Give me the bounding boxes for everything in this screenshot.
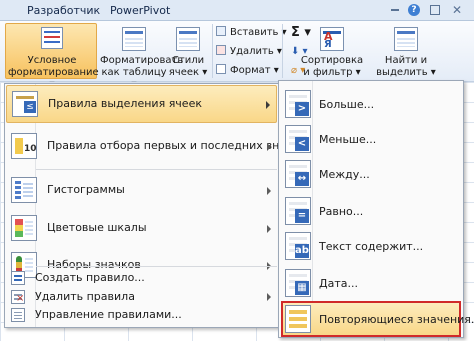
restore-window-icon[interactable] xyxy=(430,5,440,15)
manage-rules-icon xyxy=(11,308,25,322)
ribbon-separator xyxy=(212,24,213,78)
cell-styles-line2: ячеек ▾ xyxy=(168,67,208,78)
find-select-button[interactable]: Найти и выделить ▾ xyxy=(376,23,436,79)
menu-separator xyxy=(36,266,277,267)
submenu-arrow-icon xyxy=(267,187,271,195)
menu-item-label: Управление правилами... xyxy=(35,308,182,321)
sort-filter-line1: Сортировка xyxy=(300,55,364,66)
submenu-item-label: Повторяющиеся значения... xyxy=(319,313,474,326)
equal-to-icon xyxy=(285,197,311,225)
sort-filter-label: Сортировка и фильтр ▾ xyxy=(286,55,378,79)
menu-item-label: Удалить правила xyxy=(35,290,135,303)
binoculars-icon xyxy=(394,27,418,51)
submenu-item-label: Больше... xyxy=(319,98,375,111)
cell-styles-line1: Стили xyxy=(171,55,205,66)
submenu-arrow-icon xyxy=(266,101,270,109)
format-cells-button[interactable]: Формат ▾ xyxy=(216,63,279,78)
submenu-item-greater-than[interactable]: Больше... xyxy=(281,86,461,122)
top-bottom-rules-icon xyxy=(11,133,37,159)
highlight-cells-rules-submenu: Больше... Меньше... Между... Равно... Те… xyxy=(278,80,474,338)
find-select-line2: выделить ▾ xyxy=(376,67,436,78)
menu-item-top-bottom-rules[interactable]: Правила отбора первых и последних значен… xyxy=(6,128,321,166)
conditional-formatting-button[interactable]: Условное форматирование ▾ xyxy=(5,23,99,90)
submenu-item-duplicate-values[interactable]: Повторяющиеся значения... xyxy=(281,301,474,337)
duplicate-values-icon xyxy=(285,305,311,333)
menu-item-data-bars[interactable]: Гистограммы xyxy=(6,172,277,210)
submenu-item-date-occurring[interactable]: Дата... xyxy=(281,265,461,301)
less-than-icon xyxy=(285,125,311,153)
cell-styles-label: Стили ячеек ▾ xyxy=(168,55,208,79)
cell-styles-icon xyxy=(176,27,200,51)
format-cells-label: Формат ▾ xyxy=(230,65,279,76)
sort-filter-line2: и фильтр ▾ xyxy=(303,67,361,78)
format-as-table-line1: Форматировать xyxy=(100,55,184,66)
find-select-label: Найти и выделить ▾ xyxy=(376,55,436,79)
ribbon-separator xyxy=(282,24,283,78)
greater-than-icon xyxy=(285,90,311,118)
submenu-arrow-icon xyxy=(267,293,271,301)
find-select-line1: Найти и xyxy=(384,55,428,66)
menu-item-color-scales[interactable]: Цветовые шкалы xyxy=(6,210,277,248)
format-as-table-icon xyxy=(122,27,146,51)
cell-styles-button[interactable]: Стили ячеек ▾ xyxy=(168,23,208,79)
conditional-formatting-icon xyxy=(41,27,63,49)
close-icon[interactable]: ✕ xyxy=(452,4,462,16)
sort-filter-button[interactable]: АЯ Сортировка и фильтр ▾ xyxy=(286,23,378,79)
text-contains-icon xyxy=(285,232,311,260)
menu-item-clear-rules[interactable]: Удалить правила xyxy=(6,287,277,307)
submenu-item-label: Равно... xyxy=(319,205,364,218)
insert-cells-icon xyxy=(216,26,226,36)
tab-powerpivot[interactable]: PowerPivot xyxy=(110,4,170,17)
help-icon[interactable]: ? xyxy=(408,4,420,16)
delete-cells-icon xyxy=(216,45,226,55)
new-rule-icon xyxy=(11,271,25,285)
submenu-item-equal-to[interactable]: Равно... xyxy=(281,193,461,229)
submenu-item-less-than[interactable]: Меньше... xyxy=(281,121,461,157)
highlight-rules-icon xyxy=(12,91,38,117)
submenu-item-label: Между... xyxy=(319,168,370,181)
submenu-arrow-icon xyxy=(267,225,271,233)
date-occurring-icon xyxy=(285,269,311,297)
delete-cells-button[interactable]: Удалить ▾ xyxy=(216,44,282,59)
submenu-item-text-contains[interactable]: Текст содержит... xyxy=(281,228,461,264)
menu-item-new-rule[interactable]: Создать правило... xyxy=(6,268,277,288)
insert-cells-label: Вставить ▾ xyxy=(230,27,287,38)
format-as-table-button[interactable]: Форматировать как таблицу ▾ xyxy=(100,23,184,90)
menu-item-label: Гистограммы xyxy=(47,183,125,196)
menu-item-label: Создать правило... xyxy=(35,271,145,284)
between-icon xyxy=(285,160,311,188)
menu-item-highlight-cells-rules[interactable]: Правила выделения ячеек xyxy=(6,85,277,123)
delete-cells-label: Удалить ▾ xyxy=(230,46,282,57)
conditional-formatting-menu: Правила выделения ячеек Правила отбора п… xyxy=(4,83,321,328)
format-cells-icon xyxy=(216,64,226,74)
ribbon-tab-bar: Разработчик PowerPivot ? ✕ xyxy=(0,0,474,21)
submenu-item-label: Дата... xyxy=(319,277,358,290)
menu-item-label: Цветовые шкалы xyxy=(47,221,147,234)
cf-label-line1: Условное xyxy=(27,55,77,66)
submenu-arrow-icon xyxy=(267,143,271,151)
menu-item-manage-rules[interactable]: Управление правилами... xyxy=(6,305,277,325)
sort-az-icon: АЯ xyxy=(320,27,344,51)
submenu-item-label: Меньше... xyxy=(319,133,377,146)
minimize-ribbon-icon[interactable] xyxy=(390,5,400,15)
clear-rules-icon xyxy=(11,290,25,304)
menu-separator xyxy=(36,169,277,170)
tab-developer[interactable]: Разработчик xyxy=(27,4,100,17)
insert-cells-button[interactable]: Вставить ▾ xyxy=(216,25,287,40)
submenu-item-label: Текст содержит... xyxy=(319,240,424,253)
data-bars-icon xyxy=(11,177,37,203)
color-scales-icon xyxy=(11,215,37,241)
submenu-item-between[interactable]: Между... xyxy=(281,156,461,192)
menu-item-label: Правила выделения ячеек xyxy=(48,97,202,110)
